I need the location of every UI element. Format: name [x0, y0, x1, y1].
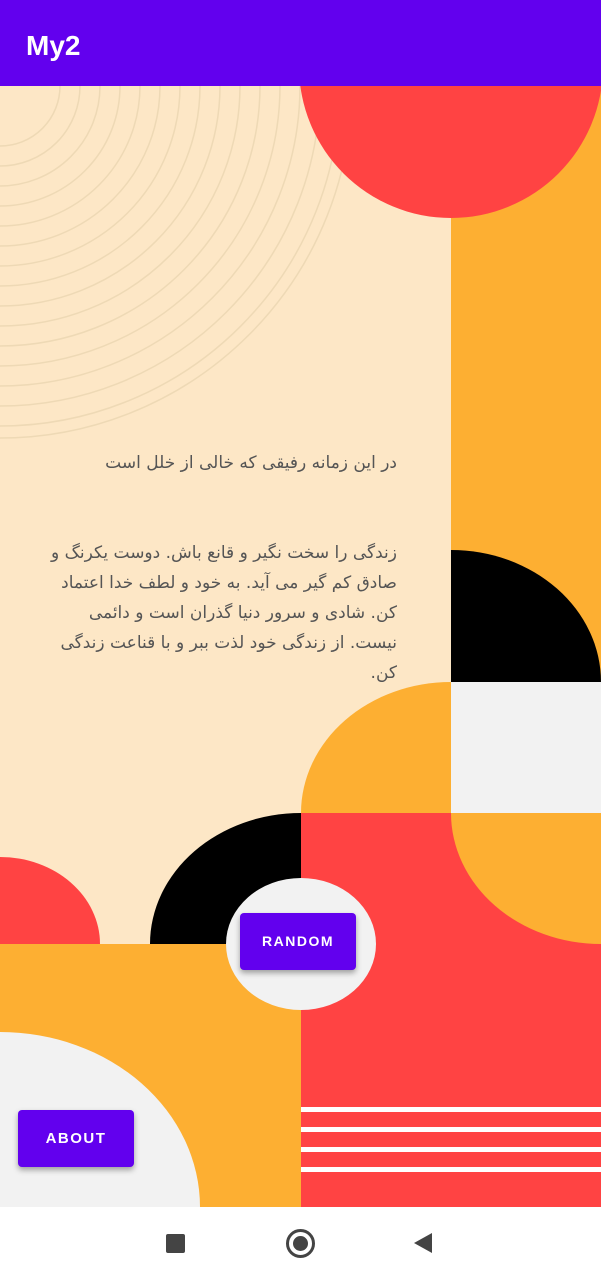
paragraph-text: زندگی را سخت نگیر و قانع باش. دوست یکرنگ… — [51, 543, 397, 683]
concentric-arcs-pattern — [0, 86, 353, 439]
about-button[interactable]: ABOUT — [18, 1110, 134, 1167]
content-area: در این زمانه رفیقی که خالی از خلل است زن… — [0, 86, 601, 1207]
headline-text: در این زمانه رفیقی که خالی از خلل است — [105, 453, 397, 473]
home-circle-icon[interactable] — [286, 1229, 315, 1258]
system-nav-bar — [0, 1207, 601, 1280]
random-button[interactable]: RANDOM — [240, 913, 356, 970]
app-title: My2 — [26, 30, 81, 61]
gray-block — [451, 682, 601, 813]
app-bar: My2 — [0, 0, 601, 86]
orange-quarter-circle — [301, 682, 451, 813]
recents-square-icon[interactable] — [166, 1234, 185, 1253]
back-triangle-icon[interactable] — [414, 1233, 432, 1253]
red-half-circle-left — [0, 857, 100, 944]
